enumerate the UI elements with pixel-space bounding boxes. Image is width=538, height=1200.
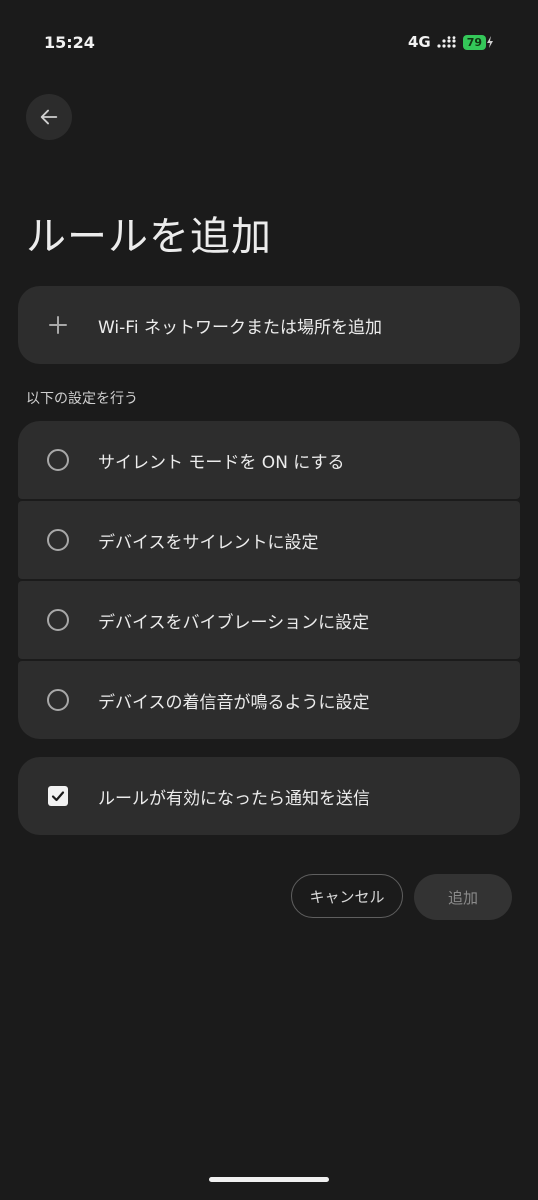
radio-button[interactable] [47,449,69,471]
arrow-left-icon [40,109,58,125]
option-label: デバイスの着信音が鳴るように設定 [98,692,370,713]
status-indicators: 4G 79 [408,33,494,51]
add-button[interactable]: 追加 [414,874,512,920]
option-label: デバイスをサイレントに設定 [98,532,319,553]
checkbox-checked[interactable] [48,786,68,806]
option-device-vibrate[interactable]: デバイスをバイブレーションに設定 [18,581,520,659]
status-bar: 15:24 4G 79 [0,0,538,86]
radio-button[interactable] [47,609,69,631]
home-indicator[interactable] [209,1177,329,1182]
notify-option[interactable]: ルールが有効になったら通知を送信 [18,757,520,835]
add-location-label: Wi-Fi ネットワークまたは場所を追加 [98,317,382,338]
option-label: デバイスをバイブレーションに設定 [98,612,370,633]
plus-icon [18,315,98,335]
section-label: 以下の設定を行う [26,391,138,407]
cancel-button[interactable]: キャンセル [291,874,403,918]
charging-icon [487,36,493,48]
radio-button[interactable] [47,529,69,551]
add-location-button[interactable]: Wi-Fi ネットワークまたは場所を追加 [18,286,520,364]
page-title: ルールを追加 [26,214,272,260]
status-time: 15:24 [44,33,95,52]
checkmark-icon [51,791,65,802]
options-radio-group: サイレント モードを ON にする デバイスをサイレントに設定 デバイスをバイブ… [18,421,520,739]
network-type: 4G [407,33,431,51]
battery-level: 79 [462,34,486,50]
option-device-ring[interactable]: デバイスの着信音が鳴るように設定 [18,661,520,739]
back-button[interactable] [26,94,72,140]
radio-button[interactable] [47,689,69,711]
battery-icon: 79 [462,34,494,50]
option-label: サイレント モードを ON にする [98,452,345,473]
option-device-silent[interactable]: デバイスをサイレントに設定 [18,501,520,579]
signal-icon [437,36,457,48]
option-silent-mode[interactable]: サイレント モードを ON にする [18,421,520,499]
notify-label: ルールが有効になったら通知を送信 [98,788,370,809]
